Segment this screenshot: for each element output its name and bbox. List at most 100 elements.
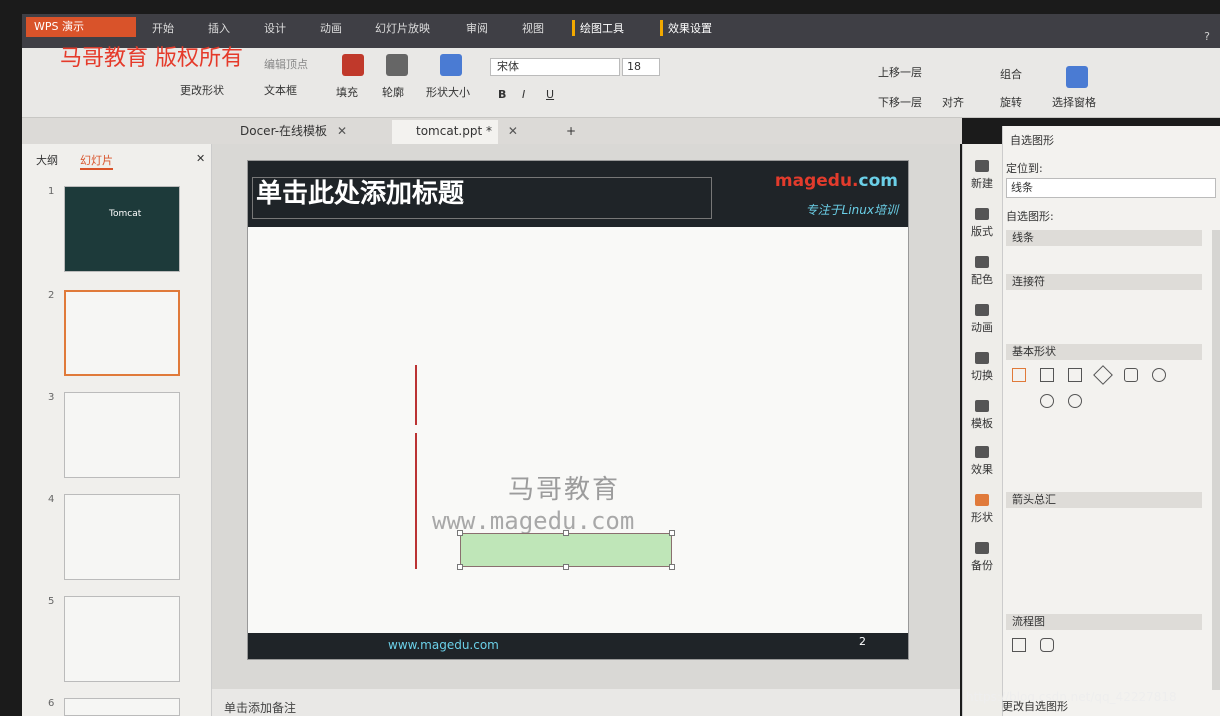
- rotate-button[interactable]: 旋转: [1000, 94, 1022, 110]
- selected-rectangle-shape[interactable]: [460, 533, 672, 567]
- resize-handle[interactable]: [563, 564, 569, 570]
- locate-label: 定位到:: [1006, 162, 1043, 175]
- resize-handle[interactable]: [457, 564, 463, 570]
- slide-thumbnail[interactable]: [64, 698, 180, 716]
- edit-vertex-button[interactable]: 编辑顶点: [264, 56, 308, 72]
- rounded-rect-shape-icon[interactable]: [1124, 368, 1138, 382]
- sidebar-color[interactable]: 配色: [962, 256, 1002, 287]
- fill-button[interactable]: 填充: [336, 84, 358, 100]
- italic-button[interactable]: I: [522, 88, 525, 101]
- thumb-number: 5: [48, 596, 55, 607]
- outline-button[interactable]: 轮廓: [382, 84, 404, 100]
- slide[interactable]: 单击此处添加标题 magedu.com 专注于Linux培训 马哥教育 www.…: [247, 160, 909, 660]
- vertical-line-bottom[interactable]: [415, 433, 417, 569]
- panel-scrollbar[interactable]: [1212, 230, 1220, 690]
- help-icon[interactable]: ?: [1204, 30, 1210, 43]
- sidebar-layout[interactable]: 版式: [962, 208, 1002, 239]
- tab-design[interactable]: 设计: [264, 20, 286, 36]
- process-shape-icon[interactable]: [1012, 638, 1026, 652]
- trapezoid-shape-icon[interactable]: [1068, 368, 1082, 382]
- panel-title[interactable]: 自选图形: [1010, 132, 1054, 148]
- bring-forward-button[interactable]: 上移一层: [878, 64, 922, 80]
- parallelogram-shape-icon[interactable]: [1040, 368, 1054, 382]
- circle-shape-icon[interactable]: [1068, 394, 1082, 408]
- sidebar-new[interactable]: 新建: [962, 160, 1002, 191]
- sidebar-backup[interactable]: 备份: [962, 542, 1002, 573]
- slide-title[interactable]: 单击此处添加标题: [256, 173, 464, 210]
- slide-thumbnail[interactable]: [64, 596, 180, 682]
- font-name-select[interactable]: 宋体: [490, 58, 620, 76]
- slide-thumbnail[interactable]: [64, 392, 180, 478]
- tab-animation[interactable]: 动画: [320, 20, 342, 36]
- tab-docer[interactable]: Docer-在线模板 ✕: [216, 120, 347, 144]
- select-pane-icon: [1066, 66, 1088, 88]
- thumb-number: 4: [48, 494, 55, 505]
- send-backward-button[interactable]: 下移一层: [878, 94, 922, 110]
- logo-main: magedu.: [774, 171, 859, 191]
- sidebar-new-label: 新建: [971, 177, 993, 190]
- vertical-line-top[interactable]: [415, 365, 417, 425]
- thumb-number: 1: [48, 186, 55, 197]
- palette-icon: [975, 256, 989, 268]
- section-arrows: 箭头总汇: [1006, 492, 1202, 508]
- autoshape-label: 自选图形:: [1006, 210, 1054, 223]
- text-box-button[interactable]: 文本框: [264, 82, 297, 98]
- underline-button[interactable]: U: [546, 88, 554, 101]
- octagon-shape-icon[interactable]: [1152, 368, 1166, 382]
- slide-thumbnail[interactable]: Tomcat: [64, 186, 180, 272]
- alt-process-shape-icon[interactable]: [1040, 638, 1054, 652]
- sidebar-transition[interactable]: 切换: [962, 352, 1002, 383]
- close-icon[interactable]: ✕: [337, 120, 347, 142]
- ellipse-shape-icon[interactable]: [1040, 394, 1054, 408]
- transition-icon: [975, 352, 989, 364]
- sidebar-shape[interactable]: 形状: [962, 494, 1002, 525]
- tab-outline[interactable]: 大纲: [36, 152, 58, 168]
- slide-thumbnail-selected[interactable]: [64, 290, 180, 376]
- notes-placeholder: 单击添加备注: [224, 701, 297, 715]
- resize-handle[interactable]: [669, 564, 675, 570]
- tab-view[interactable]: 视图: [522, 20, 544, 36]
- tab-slideshow[interactable]: 幻灯片放映: [375, 20, 430, 36]
- animation-icon: [975, 304, 989, 316]
- tab-docer-label: Docer-在线模板: [240, 124, 328, 138]
- bold-button[interactable]: B: [498, 88, 506, 101]
- copyright-watermark: 马哥教育 版权所有: [60, 46, 243, 71]
- sidebar-color-label: 配色: [971, 273, 993, 286]
- magedu-logo: magedu.com: [775, 171, 898, 191]
- rectangle-shape-icon[interactable]: [1012, 368, 1026, 382]
- select-pane-button[interactable]: 选择窗格: [1052, 94, 1096, 110]
- more-autoshapes-button[interactable]: 更改自选图形: [1002, 698, 1068, 714]
- thumb-number: 3: [48, 392, 55, 403]
- align-button[interactable]: 对齐: [942, 94, 964, 110]
- tab-effect-settings[interactable]: 效果设置: [660, 20, 712, 36]
- tab-tomcat[interactable]: tomcat.ppt * ✕: [392, 120, 518, 144]
- tab-slides[interactable]: 幻灯片: [80, 152, 113, 170]
- new-icon: [975, 160, 989, 172]
- tab-review[interactable]: 审阅: [466, 20, 488, 36]
- close-icon[interactable]: ✕: [508, 120, 518, 142]
- change-shape-button[interactable]: 更改形状: [180, 82, 224, 98]
- sidebar-animation[interactable]: 动画: [962, 304, 1002, 335]
- thumb-number: 6: [48, 698, 55, 709]
- slide-thumbnail[interactable]: [64, 494, 180, 580]
- slide-watermark: 马哥教育: [508, 475, 621, 505]
- new-tab-button[interactable]: +: [548, 120, 576, 144]
- resize-handle[interactable]: [457, 530, 463, 536]
- shape-size-button[interactable]: 形状大小: [426, 84, 470, 100]
- notes-area[interactable]: 单击添加备注: [212, 689, 960, 716]
- section-flowchart: 流程图: [1006, 614, 1202, 630]
- group-button[interactable]: 组合: [1000, 66, 1022, 82]
- tab-drawing-tools[interactable]: 绘图工具: [572, 20, 624, 36]
- resize-handle[interactable]: [563, 530, 569, 536]
- font-size-select[interactable]: 18: [622, 58, 660, 76]
- logo-subtitle: 专注于Linux培训: [805, 203, 898, 217]
- tab-home[interactable]: 开始: [152, 20, 174, 36]
- wps-menu-button[interactable]: WPS 演示: [26, 17, 136, 37]
- backup-icon: [975, 542, 989, 554]
- sidebar-effect[interactable]: 效果: [962, 446, 1002, 477]
- close-panel-icon[interactable]: ✕: [196, 152, 205, 165]
- resize-handle[interactable]: [669, 530, 675, 536]
- tab-insert[interactable]: 插入: [208, 20, 230, 36]
- locate-select[interactable]: 线条: [1006, 178, 1216, 198]
- sidebar-template[interactable]: 模板: [962, 400, 1002, 431]
